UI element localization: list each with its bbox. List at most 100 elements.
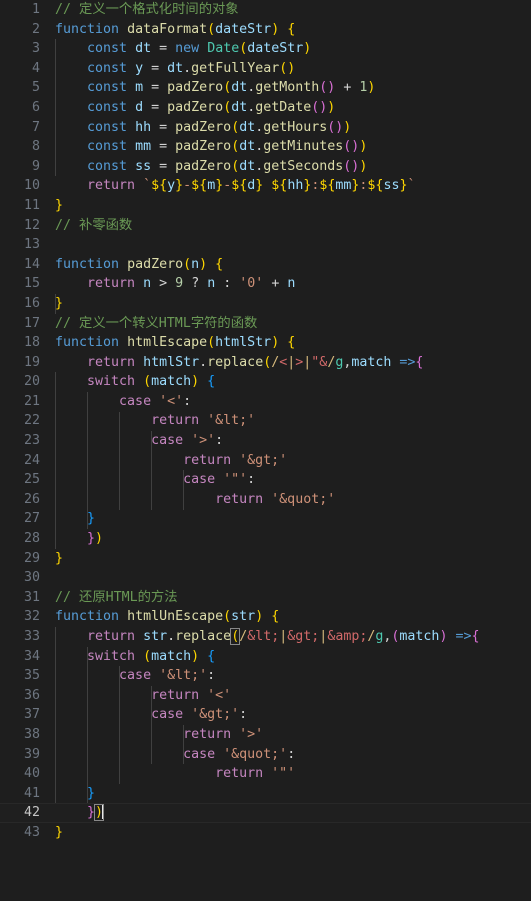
line-content[interactable]: const ss = padZero(dt.getSeconds())	[55, 157, 367, 177]
code-line[interactable]: 27 }	[0, 509, 531, 529]
line-content[interactable]: })	[55, 803, 105, 823]
code-line[interactable]: 16 }	[0, 294, 531, 314]
line-content[interactable]: // 定义一个转义HTML字符的函数	[55, 314, 257, 334]
code-line[interactable]: 41 }	[0, 784, 531, 804]
code-line[interactable]: 28 })	[0, 529, 531, 549]
line-content[interactable]: return '"'	[55, 764, 295, 784]
code-line[interactable]: 38 return '>'	[0, 725, 531, 745]
code-line[interactable]: 17 // 定义一个转义HTML字符的函数	[0, 314, 531, 334]
line-content[interactable]: const mm = padZero(dt.getMinutes())	[55, 137, 367, 157]
code-line[interactable]: 26 return '&quot;'	[0, 490, 531, 510]
line-content[interactable]: const d = padZero(dt.getDate())	[55, 98, 335, 118]
line-number: 25	[23, 472, 40, 488]
line-content[interactable]: }	[55, 549, 63, 569]
line-content[interactable]: case '<':	[55, 392, 191, 412]
line-content[interactable]: return `${y}-${m}-${d} ${hh}:${mm}:${ss}…	[55, 176, 415, 196]
code-line[interactable]: 31 // 还原HTML的方法	[0, 588, 531, 608]
string-lt-entity: '&lt;'	[207, 413, 256, 429]
line-content[interactable]: function htmlUnEscape(str) {	[55, 607, 279, 627]
code-content[interactable]: 1 // 定义一个格式化时间的对象 2 function dataFormat(…	[0, 0, 531, 843]
line-content[interactable]: case '&lt;':	[55, 666, 215, 686]
code-line[interactable]: 7 const hh = padZero(dt.getHours())	[0, 118, 531, 138]
code-line[interactable]: 4 const y = dt.getFullYear()	[0, 59, 531, 79]
code-line[interactable]: 29 }	[0, 549, 531, 569]
code-line[interactable]: 36 return '<'	[0, 686, 531, 706]
line-content[interactable]: }	[55, 196, 63, 216]
line-content[interactable]: return htmlStr.replace(/<|>|"&/g,match =…	[55, 353, 423, 373]
code-line[interactable]: 18 function htmlEscape(htmlStr) {	[0, 333, 531, 353]
line-number: 31	[23, 589, 40, 605]
code-line[interactable]: 23 case '>':	[0, 431, 531, 451]
code-line[interactable]: 33 return str.replace(/&lt;|&gt;|&amp;/g…	[0, 627, 531, 647]
line-content[interactable]: }	[55, 823, 63, 843]
line-content[interactable]: const dt = new Date(dateStr)	[55, 39, 311, 59]
line-content[interactable]: // 补零函数	[55, 216, 132, 236]
code-line[interactable]: 25 case '"':	[0, 470, 531, 490]
line-content[interactable]: // 定义一个格式化时间的对象	[55, 0, 239, 20]
line-number: 32	[23, 609, 40, 625]
line-content[interactable]: case '>':	[55, 431, 223, 451]
code-line[interactable]: 15 return n > 9 ? n : '0' + n	[0, 274, 531, 294]
line-content[interactable]: // 还原HTML的方法	[55, 588, 178, 608]
code-line[interactable]: 20 switch (match) {	[0, 372, 531, 392]
code-line[interactable]: 43 }	[0, 823, 531, 843]
code-line[interactable]: 3 const dt = new Date(dateStr)	[0, 39, 531, 59]
object-dt: dt	[231, 99, 248, 115]
code-line[interactable]: 11 }	[0, 196, 531, 216]
code-line[interactable]: 14 function padZero(n) {	[0, 255, 531, 275]
line-content[interactable]: }	[55, 294, 63, 314]
code-line[interactable]: 1 // 定义一个格式化时间的对象	[0, 0, 531, 20]
param-match: match	[351, 354, 392, 370]
line-content[interactable]: const hh = padZero(dt.getHours())	[55, 118, 351, 138]
code-line[interactable]: 30	[0, 568, 531, 588]
code-line[interactable]: 24 return '&gt;'	[0, 451, 531, 471]
code-editor[interactable]: 1 // 定义一个格式化时间的对象 2 function dataFormat(…	[0, 0, 531, 844]
line-content[interactable]: return '<'	[55, 686, 231, 706]
code-line[interactable]: 35 case '&lt;':	[0, 666, 531, 686]
line-content[interactable]: case '&gt;':	[55, 705, 247, 725]
line-content[interactable]: return '&gt;'	[55, 451, 287, 471]
line-content[interactable]: }	[55, 784, 95, 804]
code-line[interactable]: 5 const m = padZero(dt.getMonth() + 1)	[0, 78, 531, 98]
code-line[interactable]: 12 // 补零函数	[0, 216, 531, 236]
code-line[interactable]: 40 return '"'	[0, 764, 531, 784]
line-number: 18	[23, 335, 40, 351]
line-content[interactable]: const m = padZero(dt.getMonth() + 1)	[55, 78, 375, 98]
line-content[interactable]: }	[55, 509, 95, 529]
line-content[interactable]: return '&lt;'	[55, 411, 255, 431]
line-content[interactable]: return str.replace(/&lt;|&gt;|&amp;/g,(m…	[55, 627, 480, 647]
line-content[interactable]: function padZero(n) {	[55, 255, 223, 275]
keyword-return: return	[151, 687, 200, 703]
line-content[interactable]: case '"':	[55, 470, 255, 490]
line-number: 13	[23, 237, 40, 253]
code-line[interactable]: 39 case '&quot;':	[0, 745, 531, 765]
code-line[interactable]: 34 switch (match) {	[0, 647, 531, 667]
code-line[interactable]: 6 const d = padZero(dt.getDate())	[0, 98, 531, 118]
line-content[interactable]: function dataFormat(dateStr) {	[55, 20, 295, 40]
line-number: 10	[23, 178, 40, 194]
comment-token: // 还原HTML的方法	[55, 589, 178, 605]
code-line[interactable]: 10 return `${y}-${m}-${d} ${hh}:${mm}:${…	[0, 176, 531, 196]
code-line[interactable]: 8 const mm = padZero(dt.getMinutes())	[0, 137, 531, 157]
code-line[interactable]: 37 case '&gt;':	[0, 705, 531, 725]
code-line[interactable]: 19 return htmlStr.replace(/<|>|"&/g,matc…	[0, 353, 531, 373]
code-line[interactable]: 32 function htmlUnEscape(str) {	[0, 607, 531, 627]
keyword-case: case	[119, 393, 152, 409]
line-content[interactable]: switch (match) {	[55, 647, 215, 667]
code-line[interactable]: 9 const ss = padZero(dt.getSeconds())	[0, 157, 531, 177]
line-content[interactable]: switch (match) {	[55, 372, 215, 392]
code-line[interactable]: 13	[0, 235, 531, 255]
line-content[interactable]: function htmlEscape(htmlStr) {	[55, 333, 295, 353]
line-number: 2	[31, 21, 40, 37]
line-content[interactable]: return '&quot;'	[55, 490, 335, 510]
code-line[interactable]: 2 function dataFormat(dateStr) {	[0, 20, 531, 40]
code-line[interactable]: 21 case '<':	[0, 392, 531, 412]
line-content[interactable]: })	[55, 529, 103, 549]
line-content[interactable]: return n > 9 ? n : '0' + n	[55, 274, 295, 294]
active-code-line[interactable]: 42 })	[0, 803, 531, 823]
line-content[interactable]: const y = dt.getFullYear()	[55, 59, 295, 79]
line-content[interactable]: return '>'	[55, 725, 263, 745]
code-line[interactable]: 22 return '&lt;'	[0, 411, 531, 431]
string-quot-entity: '&quot;'	[223, 746, 288, 762]
line-content[interactable]: case '&quot;':	[55, 745, 295, 765]
